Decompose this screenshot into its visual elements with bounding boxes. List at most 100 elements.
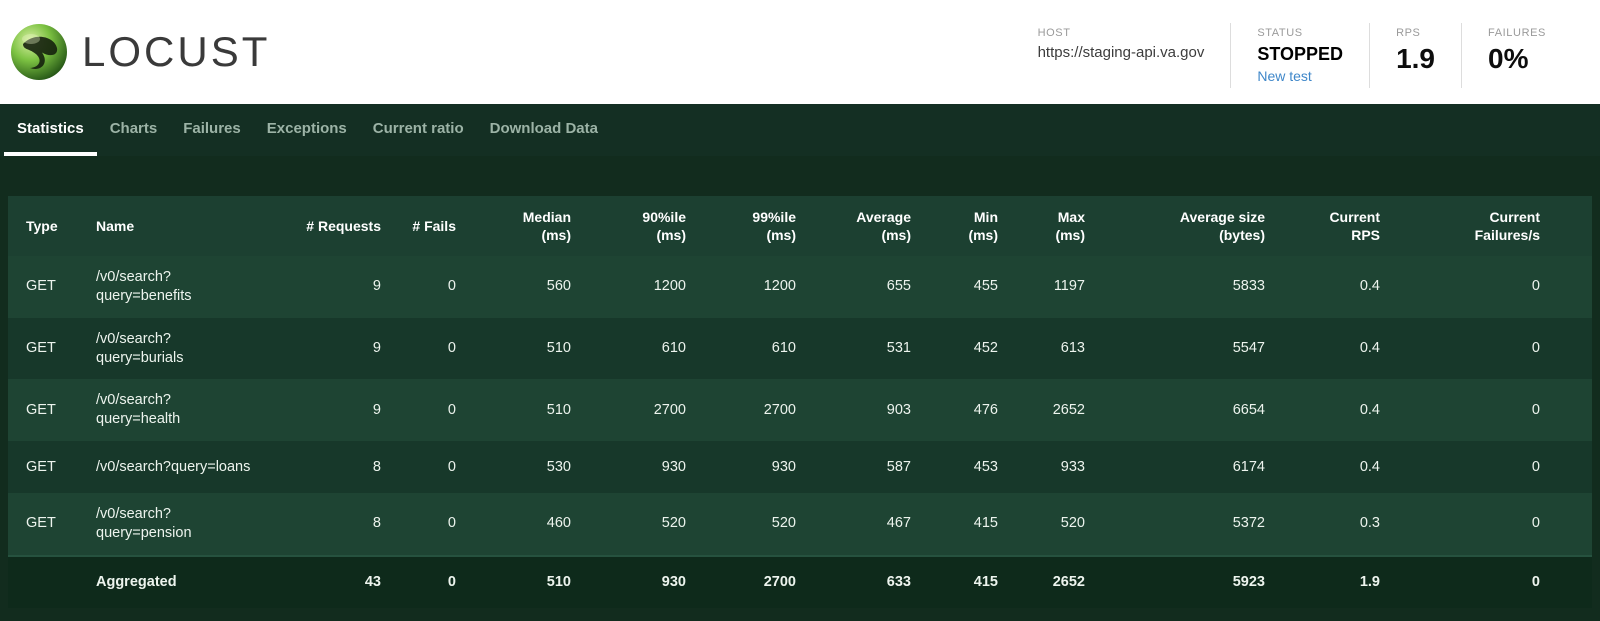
cell-median-ms: 510 [466, 318, 581, 380]
cell-fails: 0 [391, 556, 466, 608]
column-header-current-rps[interactable]: Current RPS [1275, 196, 1390, 256]
column-header-type[interactable]: Type [8, 196, 86, 256]
stat-value: STOPPED [1257, 44, 1343, 65]
cell-current-failures-s: 0 [1390, 256, 1592, 318]
cell-min-ms: 453 [921, 441, 1008, 493]
cell-90-ile-ms: 930 [581, 441, 696, 493]
stat-value: 0% [1488, 44, 1546, 75]
cell-requests: 9 [286, 256, 391, 318]
cell-current-failures-s: 0 [1390, 379, 1592, 441]
column-header-name[interactable]: Name [86, 196, 286, 256]
logo-text: LOCUST [82, 28, 270, 76]
table-row: GET/v0/search? query=health9051027002700… [8, 379, 1592, 441]
table-row: GET/v0/search? query=benefits90560120012… [8, 256, 1592, 318]
cell-min-ms: 452 [921, 318, 1008, 380]
stat-rps: RPS1.9 [1370, 21, 1461, 90]
cell-current-failures-s: 0 [1390, 556, 1592, 608]
main-content: TypeName# Requests# FailsMedian (ms)90%i… [0, 196, 1600, 608]
cell-max-ms: 2652 [1008, 379, 1095, 441]
statistics-table-wrap: TypeName# Requests# FailsMedian (ms)90%i… [8, 196, 1592, 608]
cell-median-ms: 560 [466, 256, 581, 318]
cell-max-ms: 1197 [1008, 256, 1095, 318]
cell-max-ms: 933 [1008, 441, 1095, 493]
stat-value: 1.9 [1396, 44, 1435, 75]
column-header-min-ms[interactable]: Min (ms) [921, 196, 1008, 256]
cell-requests: 9 [286, 379, 391, 441]
cell-type: GET [8, 256, 86, 318]
cell-name: /v0/search? query=burials [86, 318, 286, 380]
table-row: GET/v0/search?query=loans805309309305874… [8, 441, 1592, 493]
cell-type: GET [8, 379, 86, 441]
nav-tabs: StatisticsChartsFailuresExceptionsCurren… [0, 104, 1600, 156]
cell-average-ms: 655 [806, 256, 921, 318]
cell-current-rps: 1.9 [1275, 556, 1390, 608]
cell-max-ms: 613 [1008, 318, 1095, 380]
stat-status: STATUS STOPPED New test [1231, 21, 1369, 90]
column-header-max-ms[interactable]: Max (ms) [1008, 196, 1095, 256]
tab-download-data[interactable]: Download Data [477, 104, 611, 156]
cell-average-size-bytes: 5372 [1095, 493, 1275, 556]
brand: LOCUST [10, 23, 270, 81]
cell-current-rps: 0.4 [1275, 441, 1390, 493]
cell-90-ile-ms: 610 [581, 318, 696, 380]
cell-fails: 0 [391, 493, 466, 556]
cell-type: GET [8, 493, 86, 556]
cell-99-ile-ms: 2700 [696, 556, 806, 608]
cell-median-ms: 510 [466, 379, 581, 441]
cell-name: Aggregated [86, 556, 286, 608]
cell-type: GET [8, 441, 86, 493]
cell-max-ms: 520 [1008, 493, 1095, 556]
column-header-90-ile-ms[interactable]: 90%ile (ms) [581, 196, 696, 256]
cell-fails: 0 [391, 441, 466, 493]
cell-current-failures-s: 0 [1390, 318, 1592, 380]
table-header-row: TypeName# Requests# FailsMedian (ms)90%i… [8, 196, 1592, 256]
stat-label: FAILURES [1488, 27, 1546, 39]
cell-current-failures-s: 0 [1390, 493, 1592, 556]
stat-value: https://staging-api.va.gov [1038, 44, 1205, 61]
cell-name: /v0/search?query=loans [86, 441, 286, 493]
cell-average-size-bytes: 5833 [1095, 256, 1275, 318]
cell-current-rps: 0.4 [1275, 318, 1390, 380]
cell-min-ms: 476 [921, 379, 1008, 441]
cell-fails: 0 [391, 379, 466, 441]
column-header-average-size-bytes[interactable]: Average size (bytes) [1095, 196, 1275, 256]
cell-99-ile-ms: 930 [696, 441, 806, 493]
cell-average-ms: 587 [806, 441, 921, 493]
tab-current-ratio[interactable]: Current ratio [360, 104, 477, 156]
cell-current-rps: 0.4 [1275, 379, 1390, 441]
tab-failures[interactable]: Failures [170, 104, 254, 156]
column-header-requests[interactable]: # Requests [286, 196, 391, 256]
stat-label: STATUS [1257, 27, 1343, 39]
cell-average-ms: 531 [806, 318, 921, 380]
column-header-current-failures-s[interactable]: Current Failures/s [1390, 196, 1592, 256]
new-test-link[interactable]: New test [1257, 68, 1343, 84]
table-row: GET/v0/search? query=burials905106106105… [8, 318, 1592, 380]
cell-average-ms: 467 [806, 493, 921, 556]
cell-name: /v0/search? query=health [86, 379, 286, 441]
cell-fails: 0 [391, 318, 466, 380]
cell-average-ms: 903 [806, 379, 921, 441]
cell-90-ile-ms: 1200 [581, 256, 696, 318]
cell-average-ms: 633 [806, 556, 921, 608]
cell-min-ms: 455 [921, 256, 1008, 318]
stat-host: HOSThttps://staging-api.va.gov [1012, 21, 1231, 90]
tab-charts[interactable]: Charts [97, 104, 171, 156]
cell-name: /v0/search? query=pension [86, 493, 286, 556]
column-header-99-ile-ms[interactable]: 99%ile (ms) [696, 196, 806, 256]
cell-type: GET [8, 318, 86, 380]
column-header-median-ms[interactable]: Median (ms) [466, 196, 581, 256]
table-body: GET/v0/search? query=benefits90560120012… [8, 256, 1592, 608]
locust-logo-icon [10, 23, 68, 81]
tab-exceptions[interactable]: Exceptions [254, 104, 360, 156]
cell-fails: 0 [391, 256, 466, 318]
cell-current-rps: 0.3 [1275, 493, 1390, 556]
cell-99-ile-ms: 610 [696, 318, 806, 380]
column-header-fails[interactable]: # Fails [391, 196, 466, 256]
stat-failures: FAILURES 0% [1462, 21, 1572, 90]
cell-99-ile-ms: 2700 [696, 379, 806, 441]
tab-statistics[interactable]: Statistics [4, 104, 97, 156]
cell-average-size-bytes: 6174 [1095, 441, 1275, 493]
cell-average-size-bytes: 5923 [1095, 556, 1275, 608]
column-header-average-ms[interactable]: Average (ms) [806, 196, 921, 256]
cell-requests: 8 [286, 441, 391, 493]
